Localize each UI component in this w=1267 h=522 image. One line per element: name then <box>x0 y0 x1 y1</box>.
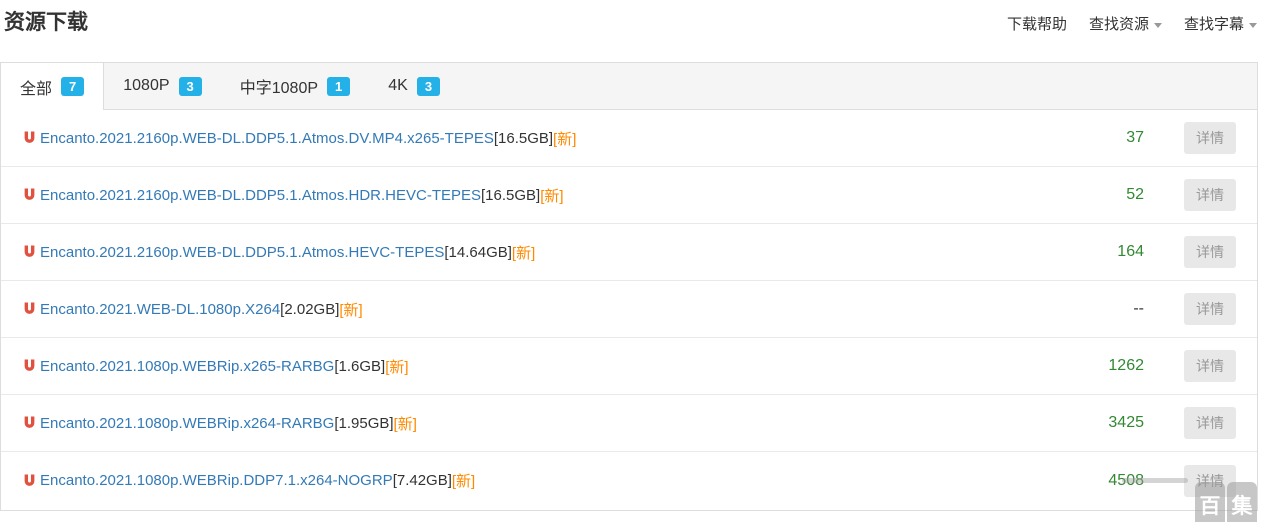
download-help-label: 下载帮助 <box>1007 16 1067 33</box>
table-row: Encanto.2021.1080p.WEBRip.x265-RARBG [1.… <box>1 338 1257 395</box>
table-row: Encanto.2021.2160p.WEB-DL.DDP5.1.Atmos.H… <box>1 167 1257 224</box>
tab-all[interactable]: 全部 7 <box>1 63 104 110</box>
resource-link[interactable]: Encanto.2021.WEB-DL.1080p.X264 <box>40 301 280 318</box>
resource-link[interactable]: Encanto.2021.2160p.WEB-DL.DDP5.1.Atmos.H… <box>40 187 481 204</box>
magnet-icon <box>23 245 36 259</box>
topbar: 资源下载 下载帮助 查找资源 查找字幕 <box>0 0 1267 62</box>
tab-4k-label: 4K <box>388 77 408 95</box>
new-tag: [新] <box>339 299 362 320</box>
download-count: 3425 <box>1069 414 1144 432</box>
tabbar: 全部 7 1080P 3 中字1080P 1 4K 3 <box>1 63 1257 110</box>
resource-link[interactable]: Encanto.2021.1080p.WEBRip.x265-RARBG <box>40 358 334 375</box>
magnet-icon <box>23 474 36 488</box>
download-count: -- <box>1069 300 1144 318</box>
download-count: 1262 <box>1069 357 1144 375</box>
tab-chs-1080p-label: 中字1080P <box>240 74 318 98</box>
tab-all-label: 全部 <box>20 75 52 99</box>
resource-link[interactable]: Encanto.2021.2160p.WEB-DL.DDP5.1.Atmos.H… <box>40 244 444 261</box>
detail-button[interactable]: 详情 <box>1184 236 1236 268</box>
detail-button[interactable]: 详情 <box>1184 179 1236 211</box>
download-count: 52 <box>1069 186 1144 204</box>
new-tag: [新] <box>512 242 535 263</box>
magnet-icon <box>23 359 36 373</box>
new-tag: [新] <box>394 413 417 434</box>
chevron-down-icon <box>1249 23 1257 28</box>
magnet-icon <box>23 416 36 430</box>
download-count: 37 <box>1069 129 1144 147</box>
magnet-icon <box>23 188 36 202</box>
resource-link[interactable]: Encanto.2021.1080p.WEBRip.DDP7.1.x264-NO… <box>40 472 393 489</box>
detail-button[interactable]: 详情 <box>1184 350 1236 382</box>
tab-1080p-label: 1080P <box>123 77 169 95</box>
file-size: [16.5GB] <box>494 130 553 147</box>
file-size: [1.95GB] <box>334 415 393 432</box>
tab-4k-count-badge: 3 <box>417 77 440 96</box>
tab-4k[interactable]: 4K 3 <box>369 63 459 109</box>
new-tag: [新] <box>452 470 475 491</box>
tab-all-count-badge: 7 <box>61 77 84 96</box>
file-size: [7.42GB] <box>393 472 452 489</box>
file-size: [14.64GB] <box>444 244 512 261</box>
download-help-link[interactable]: 下载帮助 <box>1007 13 1067 34</box>
resource-download-page: 资源下载 下载帮助 查找资源 查找字幕 全部 7 1080P 3 中字1080P… <box>0 0 1267 522</box>
find-resources-menu[interactable]: 查找资源 <box>1089 13 1162 34</box>
table-row: Encanto.2021.1080p.WEBRip.DDP7.1.x264-NO… <box>1 452 1257 509</box>
top-links: 下载帮助 查找资源 查找字幕 <box>1007 9 1257 34</box>
chevron-down-icon <box>1154 23 1162 28</box>
magnet-icon <box>23 131 36 145</box>
table-row: Encanto.2021.2160p.WEB-DL.DDP5.1.Atmos.H… <box>1 224 1257 281</box>
download-count: 164 <box>1069 243 1144 261</box>
file-size: [1.6GB] <box>334 358 385 375</box>
find-resources-label: 查找资源 <box>1089 16 1149 33</box>
new-tag: [新] <box>553 128 576 149</box>
find-subtitles-label: 查找字幕 <box>1184 16 1244 33</box>
resource-link[interactable]: Encanto.2021.2160p.WEB-DL.DDP5.1.Atmos.D… <box>40 130 494 147</box>
download-count: 4508 <box>1069 472 1144 490</box>
tab-1080p[interactable]: 1080P 3 <box>104 63 221 109</box>
resource-panel: 全部 7 1080P 3 中字1080P 1 4K 3 Encanto.2021… <box>0 62 1258 511</box>
new-tag: [新] <box>540 185 563 206</box>
file-size: [16.5GB] <box>481 187 540 204</box>
file-size: [2.02GB] <box>280 301 339 318</box>
detail-button[interactable]: 详情 <box>1184 293 1236 325</box>
tab-chs-1080p[interactable]: 中字1080P 1 <box>221 63 370 109</box>
table-row: Encanto.2021.WEB-DL.1080p.X264 [2.02GB] … <box>1 281 1257 338</box>
magnet-icon <box>23 302 36 316</box>
detail-button[interactable]: 详情 <box>1184 407 1236 439</box>
find-subtitles-menu[interactable]: 查找字幕 <box>1184 13 1257 34</box>
table-row: Encanto.2021.1080p.WEBRip.x264-RARBG [1.… <box>1 395 1257 452</box>
table-row: Encanto.2021.2160p.WEB-DL.DDP5.1.Atmos.D… <box>1 110 1257 167</box>
resource-list: Encanto.2021.2160p.WEB-DL.DDP5.1.Atmos.D… <box>1 110 1257 509</box>
page-title: 资源下载 <box>4 9 88 37</box>
detail-button[interactable]: 详情 <box>1184 465 1236 497</box>
new-tag: [新] <box>385 356 408 377</box>
tab-chs-1080p-count-badge: 1 <box>327 77 350 96</box>
resource-link[interactable]: Encanto.2021.1080p.WEBRip.x264-RARBG <box>40 415 334 432</box>
detail-button[interactable]: 详情 <box>1184 122 1236 154</box>
tab-1080p-count-badge: 3 <box>179 77 202 96</box>
